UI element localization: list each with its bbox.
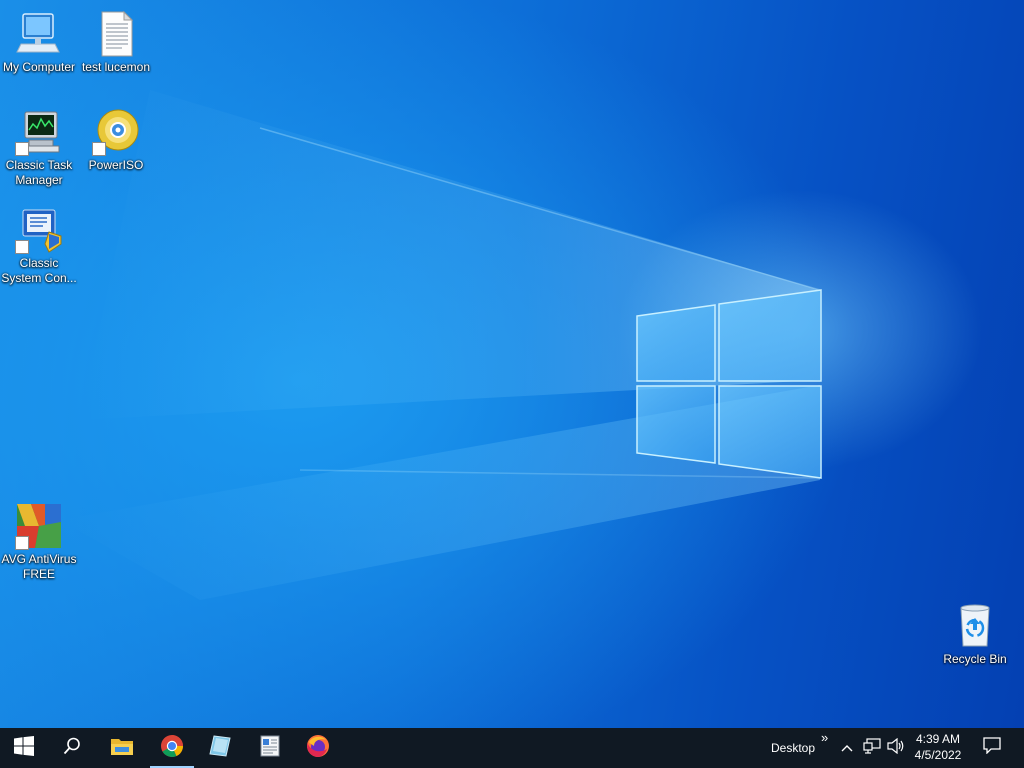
desktop-icon-test-lucemon[interactable]: test lucemon bbox=[78, 10, 154, 75]
folder-icon bbox=[110, 735, 134, 762]
system-configuration-icon bbox=[15, 206, 63, 254]
firefox-icon bbox=[306, 734, 330, 763]
desktop-icon-label: Recycle Bin bbox=[943, 652, 1007, 666]
desktop-icon-label: Classic Task Manager bbox=[5, 158, 73, 187]
desktop-icon-label: test lucemon bbox=[81, 60, 151, 74]
clock[interactable]: 4:39 AM 4/5/2022 bbox=[908, 731, 968, 763]
wordpad-button[interactable] bbox=[246, 728, 294, 768]
network-icon bbox=[863, 737, 881, 759]
chrome-icon bbox=[160, 734, 184, 763]
notepad-icon bbox=[208, 734, 232, 763]
start-button[interactable] bbox=[0, 728, 48, 768]
desktop-icon-label: PowerISO bbox=[88, 158, 144, 172]
notification-icon bbox=[983, 737, 1001, 759]
clock-time: 4:39 AM bbox=[915, 732, 961, 746]
poweriso-disc-icon bbox=[92, 108, 140, 156]
chrome-button[interactable] bbox=[148, 728, 196, 768]
task-manager-icon bbox=[15, 108, 63, 156]
text-document-icon bbox=[92, 10, 140, 58]
desktop-icon-poweriso[interactable]: PowerISO bbox=[78, 108, 154, 173]
recycle-bin-icon bbox=[951, 602, 999, 650]
desktop-icon-classic-task-manager[interactable]: Classic Task Manager bbox=[1, 108, 77, 188]
action-center-button[interactable] bbox=[972, 728, 1012, 768]
network-status-button[interactable] bbox=[860, 728, 884, 768]
taskbar: Desktop » 4:39 AM 4/5/2022 bbox=[0, 728, 1024, 768]
desktop-icon-recycle-bin[interactable]: Recycle Bin bbox=[937, 602, 1013, 667]
computer-icon bbox=[15, 10, 63, 58]
shortcut-arrow-icon bbox=[15, 142, 29, 156]
show-hidden-icons-button[interactable] bbox=[836, 728, 858, 768]
wordpad-icon bbox=[258, 734, 282, 763]
clock-date: 4/5/2022 bbox=[914, 748, 962, 762]
desktop-icon-label: Classic System Con... bbox=[1, 256, 77, 285]
shortcut-arrow-icon bbox=[92, 142, 106, 156]
desktop-icon-label: My Computer bbox=[2, 60, 76, 74]
firefox-button[interactable] bbox=[294, 728, 342, 768]
notepad-button[interactable] bbox=[196, 728, 244, 768]
desktop-icon-my-computer[interactable]: My Computer bbox=[1, 10, 77, 75]
desktop-icon-avg-antivirus[interactable]: AVG AntiVirus FREE bbox=[1, 502, 77, 582]
shortcut-arrow-icon bbox=[15, 536, 29, 550]
windows-logo-icon bbox=[14, 735, 34, 761]
chevron-up-icon bbox=[841, 739, 853, 757]
desktop-icon-classic-system-configuration[interactable]: Classic System Con... bbox=[1, 206, 77, 286]
volume-button[interactable] bbox=[884, 728, 908, 768]
search-icon bbox=[63, 737, 81, 760]
toolbar-more-chevron-icon[interactable]: » bbox=[821, 730, 828, 745]
desktop-icon-label: AVG AntiVirus FREE bbox=[1, 552, 77, 581]
desktop: My Computer test lucemon Classic Task Ma… bbox=[0, 0, 1024, 728]
file-explorer-button[interactable] bbox=[98, 728, 146, 768]
avg-antivirus-icon bbox=[15, 502, 63, 550]
shortcut-arrow-icon bbox=[15, 240, 29, 254]
speaker-icon bbox=[887, 737, 905, 759]
search-button[interactable] bbox=[48, 728, 96, 768]
desktop-toolbar-label[interactable]: Desktop bbox=[771, 741, 815, 755]
